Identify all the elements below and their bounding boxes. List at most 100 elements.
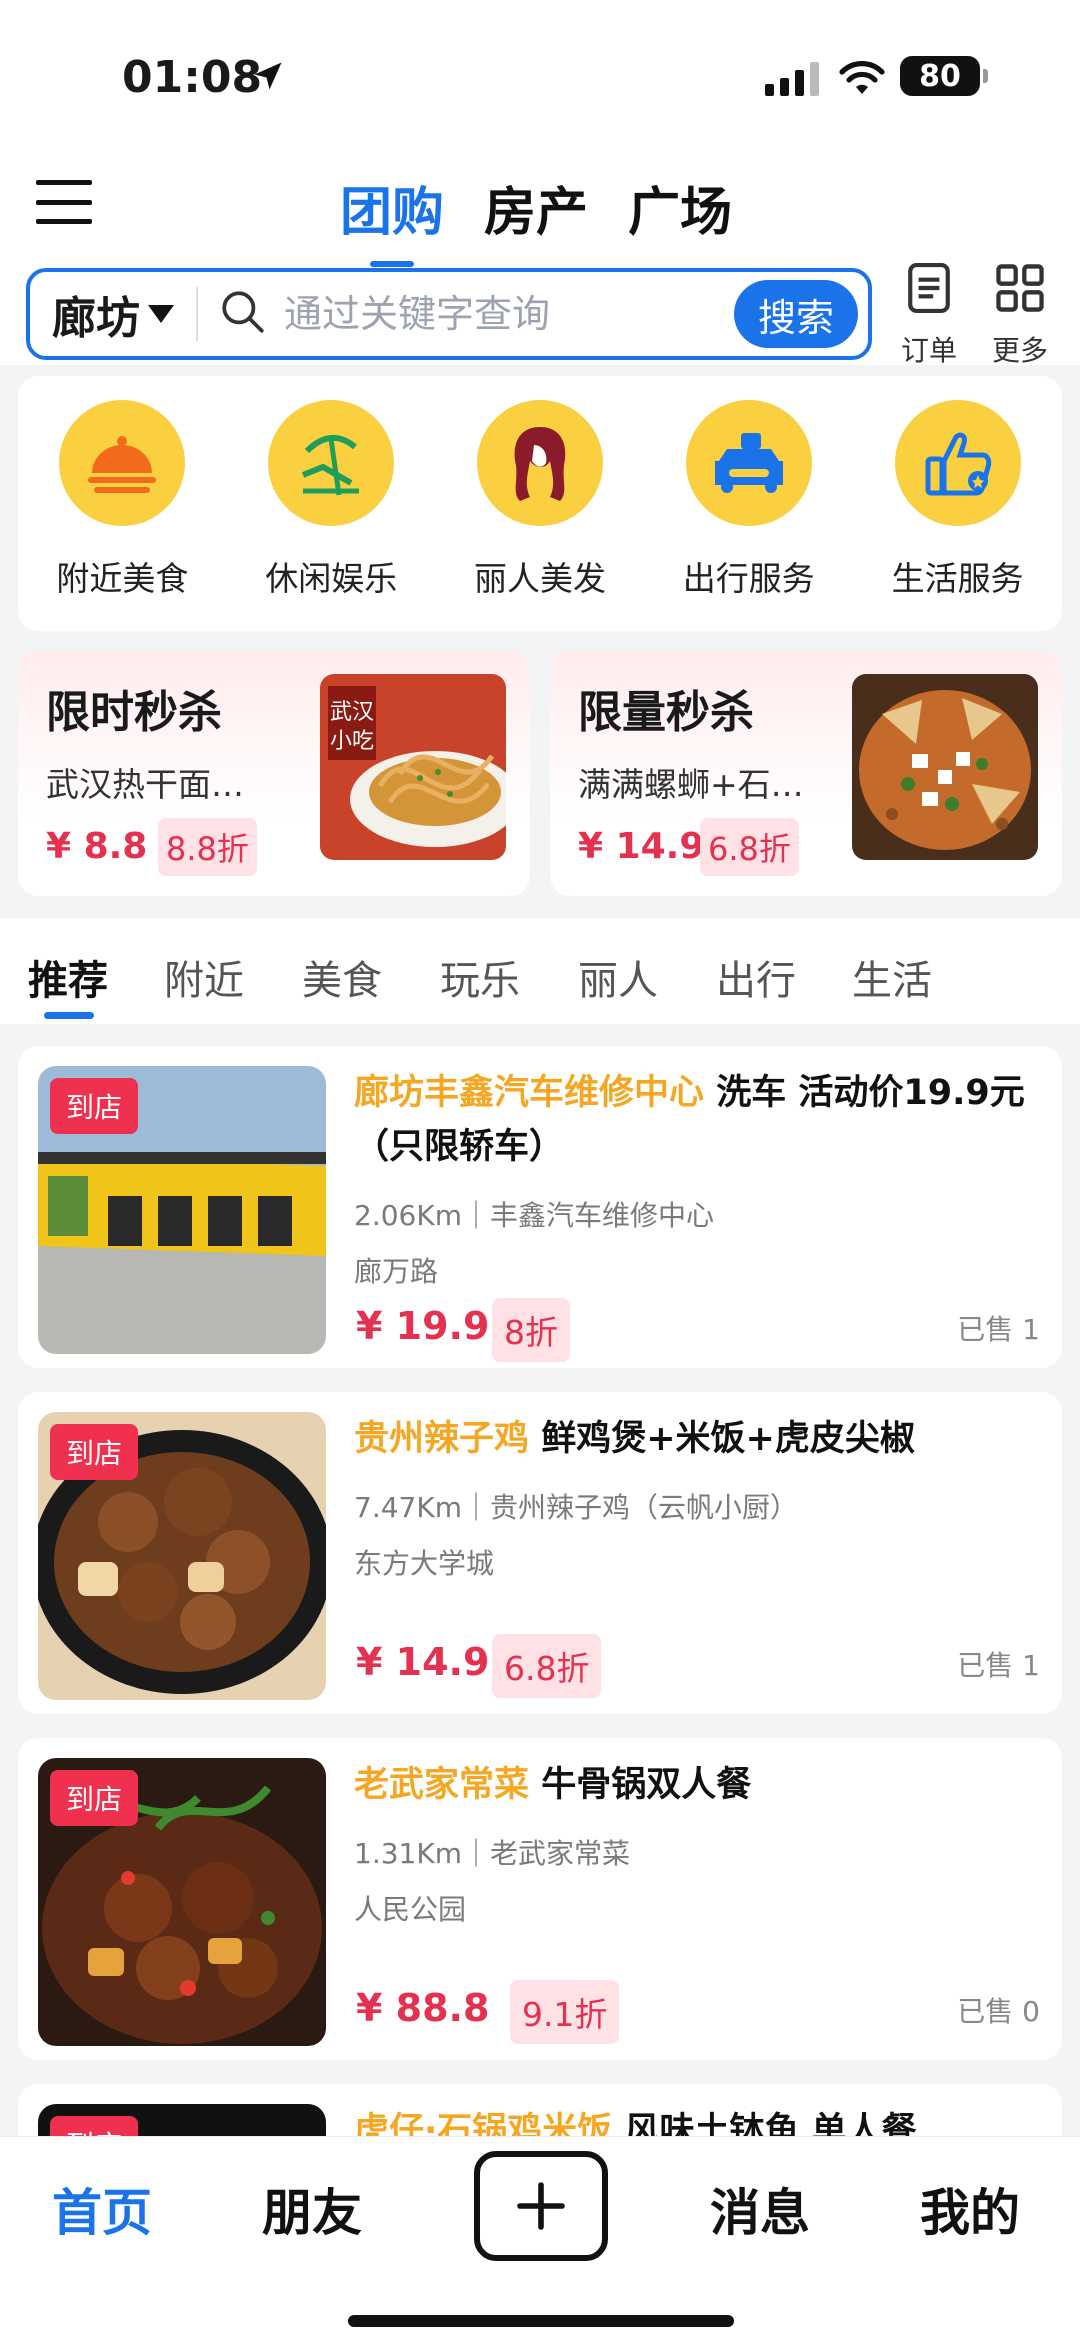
divider bbox=[196, 287, 198, 341]
search-icon bbox=[218, 287, 268, 341]
nav-mine[interactable]: 我的 bbox=[920, 2173, 1020, 2245]
nav-home[interactable]: 首页 bbox=[52, 2173, 152, 2245]
deal-image: 到店 bbox=[38, 1412, 326, 1700]
deal-address: 廊万路 bbox=[354, 1255, 439, 1288]
location-arrow-icon bbox=[250, 58, 286, 98]
orders-button[interactable]: 订单 bbox=[889, 260, 969, 369]
deal-discount: 6.8折 bbox=[492, 1634, 602, 1698]
wifi-icon bbox=[838, 58, 886, 100]
orders-label: 订单 bbox=[900, 334, 957, 367]
tab-real-estate[interactable]: 房产 bbox=[484, 170, 588, 245]
category-grid: 附近美食 休闲娱乐 丽人美发 出行服务 生活服务 bbox=[18, 376, 1062, 631]
deal-name: 鲜鸡煲+米饭+虎皮尖椒 bbox=[541, 1419, 915, 1459]
category-leisure[interactable]: 休闲娱乐 bbox=[241, 400, 421, 631]
search-bar: 廊坊 搜索 bbox=[26, 268, 872, 360]
status-time: 01:08 bbox=[122, 52, 263, 103]
food-cloche-icon bbox=[59, 400, 186, 526]
category-label: 生活服务 bbox=[891, 559, 1024, 598]
search-button[interactable]: 搜索 bbox=[734, 280, 858, 348]
battery-indicator: 80 bbox=[900, 56, 988, 96]
add-button[interactable] bbox=[474, 2151, 608, 2261]
status-bar: 01:08 80 bbox=[0, 0, 1080, 150]
category-life-service[interactable]: 生活服务 bbox=[868, 400, 1048, 631]
flash-title: 限量秒杀 bbox=[578, 687, 754, 738]
thumbs-up-icon bbox=[894, 400, 1021, 526]
in-store-tag: 到店 bbox=[50, 1770, 139, 1826]
plus-icon bbox=[517, 2182, 565, 2230]
store-name: 廊坊丰鑫汽车维修中心 bbox=[354, 1073, 705, 1113]
deal-distance: 1.31Km｜老武家常菜 bbox=[354, 1837, 630, 1870]
category-travel[interactable]: 出行服务 bbox=[659, 400, 839, 631]
nav-messages[interactable]: 消息 bbox=[710, 2173, 810, 2245]
deal-card[interactable]: 到店 贵州辣子鸡 鲜鸡煲+米饭+虎皮尖椒 7.47Km｜贵州辣子鸡（云帆小厨） … bbox=[18, 1392, 1062, 1714]
dropdown-arrow-icon bbox=[148, 305, 174, 323]
tab-group-buy[interactable]: 团购 bbox=[340, 170, 444, 267]
filter-recommend[interactable]: 推荐 bbox=[28, 948, 108, 1006]
category-beauty[interactable]: 丽人美发 bbox=[450, 400, 630, 631]
deal-discount: 8折 bbox=[492, 1298, 570, 1362]
deal-sold: 已售 1 bbox=[957, 1313, 1040, 1346]
car-service-icon bbox=[685, 400, 812, 526]
deal-price: ¥ 14.9 bbox=[356, 1640, 490, 1684]
city-selector[interactable]: 廊坊 bbox=[30, 282, 174, 346]
category-nearby-food[interactable]: 附近美食 bbox=[32, 400, 212, 631]
deal-address: 东方大学城 bbox=[354, 1547, 495, 1580]
flash-discount: 6.8折 bbox=[700, 818, 799, 876]
deal-discount: 9.1折 bbox=[510, 1980, 620, 2044]
bottom-nav: 首页 朋友 消息 我的 bbox=[0, 2136, 1080, 2347]
beach-chair-icon bbox=[268, 400, 395, 526]
image-caption-line1: 武汉 bbox=[330, 700, 374, 725]
filter-food[interactable]: 美食 bbox=[302, 948, 382, 1006]
deal-card[interactable]: 到店 老武家常菜 牛骨锅双人餐 1.31Km｜老武家常菜 人民公园 ¥ 88.8… bbox=[18, 1738, 1062, 2060]
flash-price: ¥ 8.8 bbox=[46, 826, 148, 867]
flash-desc: 武汉热干面… bbox=[46, 765, 244, 804]
deal-sold: 已售 1 bbox=[957, 1649, 1040, 1682]
filter-beauty[interactable]: 丽人 bbox=[578, 948, 658, 1006]
woman-hair-icon bbox=[476, 400, 603, 526]
image-caption-line2: 小吃 bbox=[330, 729, 374, 754]
deal-distance: 7.47Km｜贵州辣子鸡（云帆小厨） bbox=[354, 1491, 798, 1524]
filter-travel[interactable]: 出行 bbox=[716, 948, 796, 1006]
deal-title: 贵州辣子鸡 鲜鸡煲+米饭+虎皮尖椒 bbox=[354, 1412, 1054, 1466]
filter-tabs: 推荐 附近 美食 玩乐 丽人 出行 生活 bbox=[0, 918, 1080, 1024]
store-name: 老武家常菜 bbox=[354, 1765, 530, 1805]
deal-title: 廊坊丰鑫汽车维修中心 洗车 活动价19.9元（只限轿车） bbox=[354, 1066, 1054, 1174]
flash-discount: 8.8折 bbox=[158, 818, 257, 876]
deal-distance: 2.06Km｜丰鑫汽车维修中心 bbox=[354, 1199, 714, 1232]
category-label: 丽人美发 bbox=[473, 559, 606, 598]
header: 团购 房产 广场 廊坊 搜索 订单 更多 bbox=[0, 150, 1080, 367]
in-store-tag: 到店 bbox=[50, 1424, 139, 1480]
deal-price: ¥ 88.8 bbox=[356, 1986, 490, 2030]
more-button[interactable]: 更多 bbox=[980, 260, 1060, 369]
top-tabs: 团购 房产 广场 bbox=[340, 170, 732, 267]
deal-title: 老武家常菜 牛骨锅双人餐 bbox=[354, 1758, 1054, 1812]
flash-title: 限时秒杀 bbox=[46, 687, 222, 738]
deal-card[interactable]: 到店 廊坊丰鑫汽车维修中心 洗车 活动价19.9元（只限轿车） 2.06Km｜丰… bbox=[18, 1046, 1062, 1368]
nav-friends[interactable]: 朋友 bbox=[262, 2173, 362, 2245]
flash-sale-card[interactable]: 限时秒杀 武汉热干面… ¥ 8.8 8.8折 武汉 小吃 bbox=[18, 650, 530, 896]
deal-sold: 已售 0 bbox=[957, 1995, 1040, 2028]
deal-name: 牛骨锅双人餐 bbox=[541, 1765, 752, 1805]
search-input[interactable] bbox=[284, 292, 704, 336]
clipboard-icon bbox=[908, 263, 950, 313]
flash-sale-card[interactable]: 限量秒杀 满满螺蛳+石… ¥ 14.9 6.8折 bbox=[550, 650, 1062, 896]
flash-price: ¥ 14.9 bbox=[578, 826, 705, 867]
filter-life[interactable]: 生活 bbox=[852, 948, 932, 1006]
deal-image: 到店 bbox=[38, 1758, 326, 2046]
city-label: 廊坊 bbox=[52, 293, 140, 344]
store-name: 贵州辣子鸡 bbox=[354, 1419, 530, 1459]
more-label: 更多 bbox=[991, 334, 1048, 367]
tab-plaza[interactable]: 广场 bbox=[628, 170, 732, 245]
filter-fun[interactable]: 玩乐 bbox=[440, 948, 520, 1006]
deal-image: 到店 bbox=[38, 1066, 326, 1354]
noodle-image: 武汉 小吃 bbox=[320, 674, 506, 860]
category-label: 附近美食 bbox=[56, 559, 189, 598]
in-store-tag: 到店 bbox=[50, 1078, 139, 1134]
home-indicator bbox=[348, 2315, 734, 2327]
deal-address: 人民公园 bbox=[354, 1893, 467, 1926]
deal-price: ¥ 19.9 bbox=[356, 1304, 490, 1348]
flash-desc: 满满螺蛳+石… bbox=[578, 765, 804, 804]
filter-nearby[interactable]: 附近 bbox=[164, 948, 244, 1006]
active-tab-indicator bbox=[44, 1012, 94, 1019]
menu-icon[interactable] bbox=[36, 180, 92, 224]
